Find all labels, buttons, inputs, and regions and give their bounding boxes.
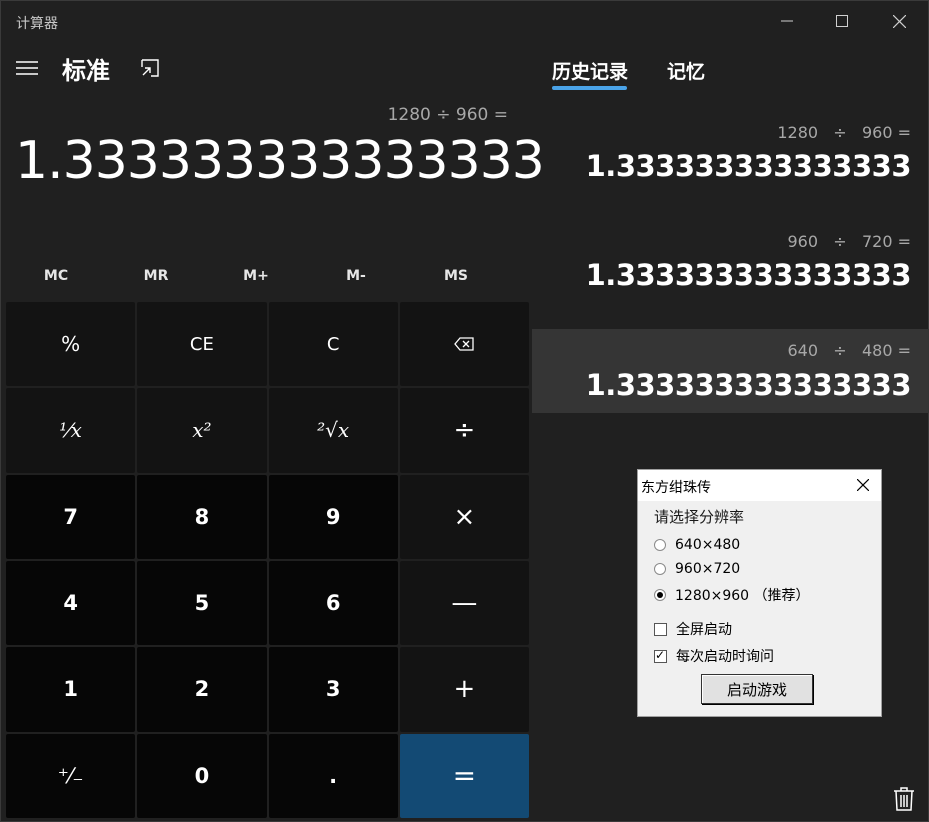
mode-title: 标准 — [62, 57, 110, 85]
square-root-label: ²√x — [317, 418, 350, 443]
keep-on-top-icon — [141, 59, 159, 77]
maximize-button[interactable] — [819, 1, 865, 41]
backspace-button[interactable] — [399, 302, 529, 387]
ask-each-time-checkbox[interactable] — [654, 648, 667, 663]
multiply-button[interactable]: × — [399, 474, 529, 559]
radio-button[interactable] — [654, 563, 666, 575]
active-tab-indicator — [552, 86, 627, 90]
digit-8-button[interactable]: 8 — [137, 474, 267, 559]
square-button[interactable]: x² — [137, 388, 267, 473]
reciprocal-label: ¹⁄x — [59, 418, 82, 443]
history-expression: 960 ÷ 720 = — [787, 232, 912, 251]
close-icon — [892, 14, 906, 28]
start-game-button[interactable]: 启动游戏 — [701, 674, 813, 704]
minus-button[interactable]: — — [399, 561, 529, 646]
digit-1-button[interactable]: 1 — [6, 647, 136, 732]
digit-5-button[interactable]: 5 — [137, 561, 267, 646]
digit-0-button[interactable]: 0 — [137, 733, 267, 818]
minimize-icon — [781, 20, 793, 22]
clear-history-button[interactable] — [889, 784, 919, 814]
app-title: 计算器 — [16, 16, 58, 32]
option-label: 1280×960 （推荐） — [675, 588, 810, 604]
digit-4-button[interactable]: 4 — [6, 561, 136, 646]
history-item-highlighted[interactable]: 640 ÷ 480 = 1.333333333333333 — [532, 329, 929, 413]
history-result: 1.333333333333333 — [585, 368, 912, 402]
dialog-prompt: 请选择分辨率 — [654, 508, 745, 526]
hamburger-icon — [16, 61, 38, 75]
square-label: x² — [192, 418, 212, 443]
resolution-option-960[interactable]: 960×720 — [654, 561, 740, 577]
clear-entry-button[interactable]: CE — [137, 302, 267, 387]
fullscreen-checkbox[interactable] — [654, 622, 667, 636]
radio-button-selected[interactable] — [654, 589, 666, 601]
expression-display: 1280 ÷ 960 = — [387, 105, 508, 125]
history-result: 1.333333333333333 — [585, 149, 912, 183]
ask-each-time-label: 每次启动时询问 — [676, 649, 774, 665]
close-button[interactable] — [876, 1, 922, 41]
ask-each-time-checkbox-row[interactable]: 每次启动时询问 — [654, 646, 774, 666]
history-item[interactable]: 1280 ÷ 960 = 1.333333333333333 — [532, 121, 929, 211]
tab-history[interactable]: 历史记录 — [552, 57, 628, 84]
dialog-close-button[interactable] — [851, 474, 875, 496]
keypad: % CE C ¹⁄x x² ²√x ÷ 7 8 9 × 4 5 6 — 1 2 … — [6, 302, 529, 818]
keep-on-top-button[interactable] — [137, 55, 163, 81]
digit-3-button[interactable]: 3 — [268, 647, 398, 732]
navigation-menu-button[interactable] — [11, 53, 43, 83]
close-icon — [857, 479, 869, 491]
memory-store-button[interactable]: MS — [406, 256, 506, 296]
minimize-button[interactable] — [764, 1, 810, 41]
backspace-icon — [454, 337, 475, 351]
divide-button[interactable]: ÷ — [399, 388, 529, 473]
resolution-option-1280[interactable]: 1280×960 （推荐） — [654, 585, 810, 605]
history-item[interactable]: 960 ÷ 720 = 1.333333333333333 — [532, 230, 929, 320]
square-root-button[interactable]: ²√x — [268, 388, 398, 473]
equals-button[interactable]: = — [399, 733, 529, 818]
plus-button[interactable]: + — [399, 647, 529, 732]
history-expression: 640 ÷ 480 = — [787, 341, 912, 360]
digit-7-button[interactable]: 7 — [6, 474, 136, 559]
memory-subtract-button[interactable]: M- — [306, 256, 406, 296]
clear-button[interactable]: C — [268, 302, 398, 387]
radio-button[interactable] — [654, 539, 666, 551]
history-expression: 1280 ÷ 960 = — [777, 123, 911, 142]
fullscreen-label: 全屏启动 — [676, 622, 732, 638]
resolution-option-640[interactable]: 640×480 — [654, 537, 740, 553]
resolution-dialog: 东方绀珠传 请选择分辨率 640×480 960×720 1280×960 （推… — [637, 469, 882, 717]
maximize-icon — [836, 15, 848, 27]
option-label: 960×720 — [675, 561, 741, 577]
result-display: 1.333333333333333 — [15, 131, 545, 191]
history-result: 1.333333333333333 — [585, 258, 912, 292]
dialog-title-bar: 东方绀珠传 — [638, 470, 881, 501]
option-label: 640×480 — [675, 537, 741, 553]
tab-memory[interactable]: 记忆 — [667, 57, 705, 84]
title-bar: 计算器 — [1, 1, 929, 41]
memory-clear-button[interactable]: MC — [6, 256, 106, 296]
dialog-title: 东方绀珠传 — [641, 480, 711, 496]
negate-button[interactable]: ⁺⁄₋ — [6, 733, 136, 818]
digit-9-button[interactable]: 9 — [268, 474, 398, 559]
percent-button[interactable]: % — [6, 302, 136, 387]
memory-add-button[interactable]: M+ — [206, 256, 306, 296]
memory-recall-button[interactable]: MR — [106, 256, 206, 296]
digit-2-button[interactable]: 2 — [137, 647, 267, 732]
decimal-button[interactable]: . — [268, 733, 398, 818]
fullscreen-checkbox-row[interactable]: 全屏启动 — [654, 619, 732, 639]
memory-row: MC MR M+ M- MS — [6, 256, 506, 296]
digit-6-button[interactable]: 6 — [268, 561, 398, 646]
reciprocal-button[interactable]: ¹⁄x — [6, 388, 136, 473]
trash-icon — [894, 787, 914, 811]
